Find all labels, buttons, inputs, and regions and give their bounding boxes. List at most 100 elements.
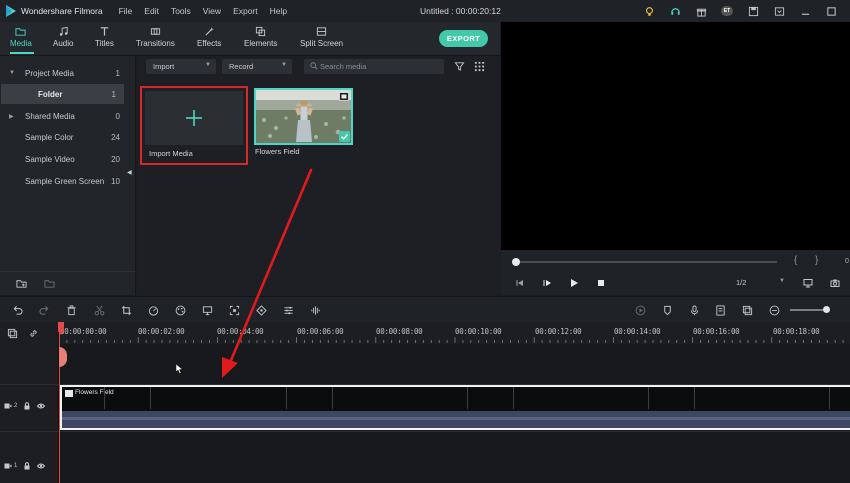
search-input[interactable]: Search media	[304, 59, 444, 74]
save-icon[interactable]	[740, 3, 766, 19]
sidebar-item-sample-green-screen[interactable]: Sample Green Screen 10	[0, 171, 128, 191]
audio-waveform-icon[interactable]	[310, 305, 321, 316]
menu-tools[interactable]: Tools	[171, 6, 191, 16]
menu-help[interactable]: Help	[270, 6, 287, 16]
microphone-icon[interactable]	[689, 305, 700, 316]
menu-edit[interactable]: Edit	[144, 6, 159, 16]
tab-effects[interactable]: Effects	[197, 26, 221, 48]
import-media-tile[interactable]: Import Media	[140, 86, 248, 165]
tab-elements[interactable]: Elements	[244, 26, 277, 48]
project-title: Untitled : 00:00:20:12	[420, 6, 501, 16]
expand-arrow-icon[interactable]: ▼	[9, 70, 15, 76]
bulb-icon[interactable]	[636, 3, 662, 19]
account-badge[interactable]: ET	[714, 3, 740, 19]
minimize-icon[interactable]	[792, 3, 818, 19]
fit-frame-icon[interactable]	[229, 305, 240, 316]
eye-icon[interactable]	[37, 402, 46, 410]
lock-icon[interactable]	[23, 462, 31, 470]
media-clip-thumbnail[interactable]	[254, 88, 353, 145]
tab-transitions[interactable]: Transitions	[136, 26, 175, 48]
import-dropdown[interactable]: Import ▼	[146, 59, 216, 74]
ruler-label: 00:00:00:00	[60, 327, 107, 336]
tab-audio[interactable]: Audio	[53, 26, 73, 48]
ruler-label: 00:00:10:00	[455, 327, 502, 336]
timeline-zoom-handle[interactable]	[823, 306, 830, 313]
export-button[interactable]: EXPORT	[439, 30, 488, 47]
render-play-icon[interactable]	[635, 305, 646, 316]
preview-time-readout: 0	[845, 258, 849, 265]
clip-frame-divider	[332, 387, 333, 409]
support-headset-icon[interactable]	[662, 3, 688, 19]
track-2-number: 2	[14, 403, 18, 409]
eye-icon[interactable]	[37, 462, 46, 470]
step-back-icon[interactable]	[515, 278, 525, 288]
preview-scrubber-handle[interactable]	[512, 258, 520, 266]
zoom-out-icon[interactable]	[769, 305, 780, 316]
menu-export[interactable]: Export	[233, 6, 258, 16]
detach-layers-icon[interactable]	[742, 305, 753, 316]
playback-quality-select[interactable]: 1/2 ▼	[731, 276, 789, 290]
stop-icon[interactable]	[596, 278, 606, 288]
undo-icon[interactable]	[12, 305, 23, 316]
text-t-icon	[100, 27, 109, 36]
monitor-icon[interactable]	[803, 278, 813, 288]
clip-frame-divider	[694, 387, 695, 409]
timeline-clip-flowers-field[interactable]: Flowers Field	[60, 385, 850, 430]
sidebar-item-shared-media[interactable]: ▶ Shared Media 0	[0, 106, 128, 126]
preview-player[interactable]	[501, 22, 850, 250]
gift-icon[interactable]	[688, 3, 714, 19]
lock-icon[interactable]	[23, 402, 31, 410]
folder-outline-icon[interactable]	[44, 278, 55, 289]
new-folder-icon[interactable]	[16, 278, 27, 289]
music-note-icon	[59, 26, 68, 36]
sidebar-item-sample-video[interactable]: Sample Video 20	[0, 149, 128, 169]
mark-in-icon[interactable]: {	[794, 255, 797, 266]
module-toolbar: Media Audio Titles Transitions Effects E…	[0, 22, 500, 56]
play-icon[interactable]	[569, 278, 579, 288]
sidebar-item-project-media[interactable]: ▼ Project Media 1	[0, 63, 128, 83]
collapse-sidebar-icon[interactable]: ◀	[127, 169, 132, 176]
menu-file[interactable]: File	[119, 6, 133, 16]
snapshot-camera-icon[interactable]	[830, 278, 840, 288]
tab-media[interactable]: Media	[10, 26, 32, 48]
tab-split-screen[interactable]: Split Screen	[300, 26, 343, 48]
adjust-sliders-icon[interactable]	[283, 305, 294, 316]
voiceover-doc-icon[interactable]	[715, 305, 726, 316]
cut-scissors-icon[interactable]	[94, 305, 105, 316]
record-dropdown[interactable]: Record ▼	[222, 59, 292, 74]
clip-frame-divider	[286, 387, 287, 409]
filter-icon[interactable]	[454, 61, 465, 72]
tab-titles[interactable]: Titles	[95, 26, 114, 48]
redo-icon[interactable]	[39, 305, 50, 316]
notification-download-icon[interactable]	[766, 3, 792, 19]
keyframe-icon[interactable]	[256, 305, 267, 316]
color-palette-icon[interactable]	[175, 305, 186, 316]
menu-view[interactable]: View	[203, 6, 221, 16]
speed-icon[interactable]	[148, 305, 159, 316]
link-icon[interactable]	[28, 328, 39, 339]
crop-icon[interactable]	[121, 305, 132, 316]
timeline-ruler[interactable]: 00:00:00:00 00:00:02:00 00:00:04:00 00:0…	[59, 322, 850, 344]
clip-frame-divider	[513, 387, 514, 409]
track-1-number: 1	[14, 463, 18, 469]
collapse-arrow-icon[interactable]: ▶	[9, 113, 14, 120]
maximize-icon[interactable]	[818, 3, 844, 19]
add-track-icon[interactable]	[7, 328, 18, 339]
play-frame-icon[interactable]	[542, 278, 552, 288]
import-media-thumbnail[interactable]	[145, 91, 243, 145]
app-name: Wondershare Filmora	[21, 6, 103, 16]
grid-view-icon[interactable]	[474, 61, 485, 72]
preview-scrubber-track[interactable]	[515, 261, 777, 263]
media-clip-label: Flowers Field	[255, 147, 300, 156]
preview-controls: { } 0	[501, 250, 850, 295]
chevron-down-icon: ▼	[281, 62, 287, 68]
marker-shield-icon[interactable]	[662, 305, 673, 316]
clip-frame-divider	[104, 387, 105, 409]
green-screen-icon[interactable]	[202, 305, 213, 316]
sidebar-item-sample-color[interactable]: Sample Color 24	[0, 127, 128, 147]
mark-out-icon[interactable]: }	[815, 255, 818, 266]
clip-frame-divider	[829, 387, 830, 409]
delete-icon[interactable]	[66, 305, 77, 316]
sidebar-item-folder[interactable]: Folder 1	[1, 84, 124, 104]
ruler-label: 00:00:18:00	[773, 327, 820, 336]
